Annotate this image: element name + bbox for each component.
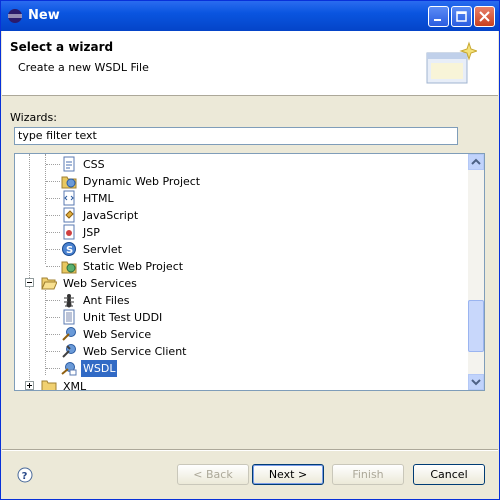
web-service-client-icon xyxy=(62,344,76,358)
minimize-icon xyxy=(434,19,441,21)
back-button[interactable]: < Back xyxy=(177,464,249,485)
scroll-up-button[interactable] xyxy=(468,154,484,170)
jsp-file-icon xyxy=(63,224,75,240)
wsdl-icon xyxy=(61,362,77,376)
close-icon xyxy=(479,11,490,22)
tree-connector xyxy=(46,215,60,216)
web-service-icon xyxy=(62,327,76,341)
eclipse-icon xyxy=(8,9,22,23)
maximize-icon xyxy=(456,11,467,22)
scroll-thumb[interactable] xyxy=(468,300,484,352)
next-button[interactable]: Next > xyxy=(252,464,324,485)
javascript-file-icon xyxy=(63,207,75,223)
tree-scrollbar[interactable] xyxy=(468,154,484,390)
tree-guide-line xyxy=(45,154,46,264)
finish-button[interactable]: Finish xyxy=(332,464,404,485)
tree-guide-line xyxy=(29,154,30,386)
collapse-toggle[interactable] xyxy=(25,278,34,287)
tree-connector xyxy=(46,232,60,233)
tree-connector xyxy=(46,368,60,369)
cancel-button[interactable]: Cancel xyxy=(413,464,485,485)
tree-connector xyxy=(46,249,60,250)
svg-text:S: S xyxy=(66,245,73,256)
header-subtitle: Create a new WSDL File xyxy=(18,61,149,74)
servlet-icon: S xyxy=(62,242,76,256)
tree-connector xyxy=(46,300,60,301)
new-wizard-dialog: New Select a wizard Create a new WSDL Fi… xyxy=(0,0,500,500)
close-button[interactable] xyxy=(474,6,495,27)
help-icon[interactable]: ? xyxy=(17,467,33,483)
filter-input[interactable]: type filter text xyxy=(14,127,458,145)
tree-connector xyxy=(46,164,60,165)
tree-connector xyxy=(46,198,60,199)
wizards-label: Wizards: xyxy=(10,111,57,124)
static-web-project-icon xyxy=(61,261,77,274)
uddi-icon xyxy=(63,309,75,325)
web-project-icon xyxy=(61,176,77,189)
tree-connector xyxy=(46,334,60,335)
tree-connector xyxy=(46,181,60,182)
tree-connector xyxy=(46,266,60,267)
html-file-icon xyxy=(63,190,75,206)
expand-toggle[interactable] xyxy=(25,381,34,390)
new-wizard-banner-icon xyxy=(426,41,477,84)
tree-connector xyxy=(46,317,60,318)
folder-open-icon xyxy=(41,277,57,290)
tree-guide-line xyxy=(45,290,46,375)
button-bar-separator xyxy=(2,449,498,451)
wizard-tree[interactable]: CSS Dynamic Web Project HTML JavaScript … xyxy=(14,153,485,391)
chevron-down-icon xyxy=(471,379,481,386)
minimize-button[interactable] xyxy=(428,6,449,27)
css-file-icon xyxy=(63,156,75,172)
folder-icon xyxy=(41,380,57,390)
ant-icon xyxy=(64,294,74,308)
maximize-button[interactable] xyxy=(451,6,472,27)
title-bar[interactable]: New xyxy=(1,1,499,31)
svg-text:?: ? xyxy=(22,471,28,482)
window-title: New xyxy=(28,8,60,23)
tree-connector xyxy=(46,351,60,352)
wizard-header: Select a wizard Create a new WSDL File xyxy=(2,31,498,96)
header-title: Select a wizard xyxy=(10,40,114,54)
chevron-up-icon xyxy=(471,158,481,165)
scroll-down-button[interactable] xyxy=(468,374,484,390)
